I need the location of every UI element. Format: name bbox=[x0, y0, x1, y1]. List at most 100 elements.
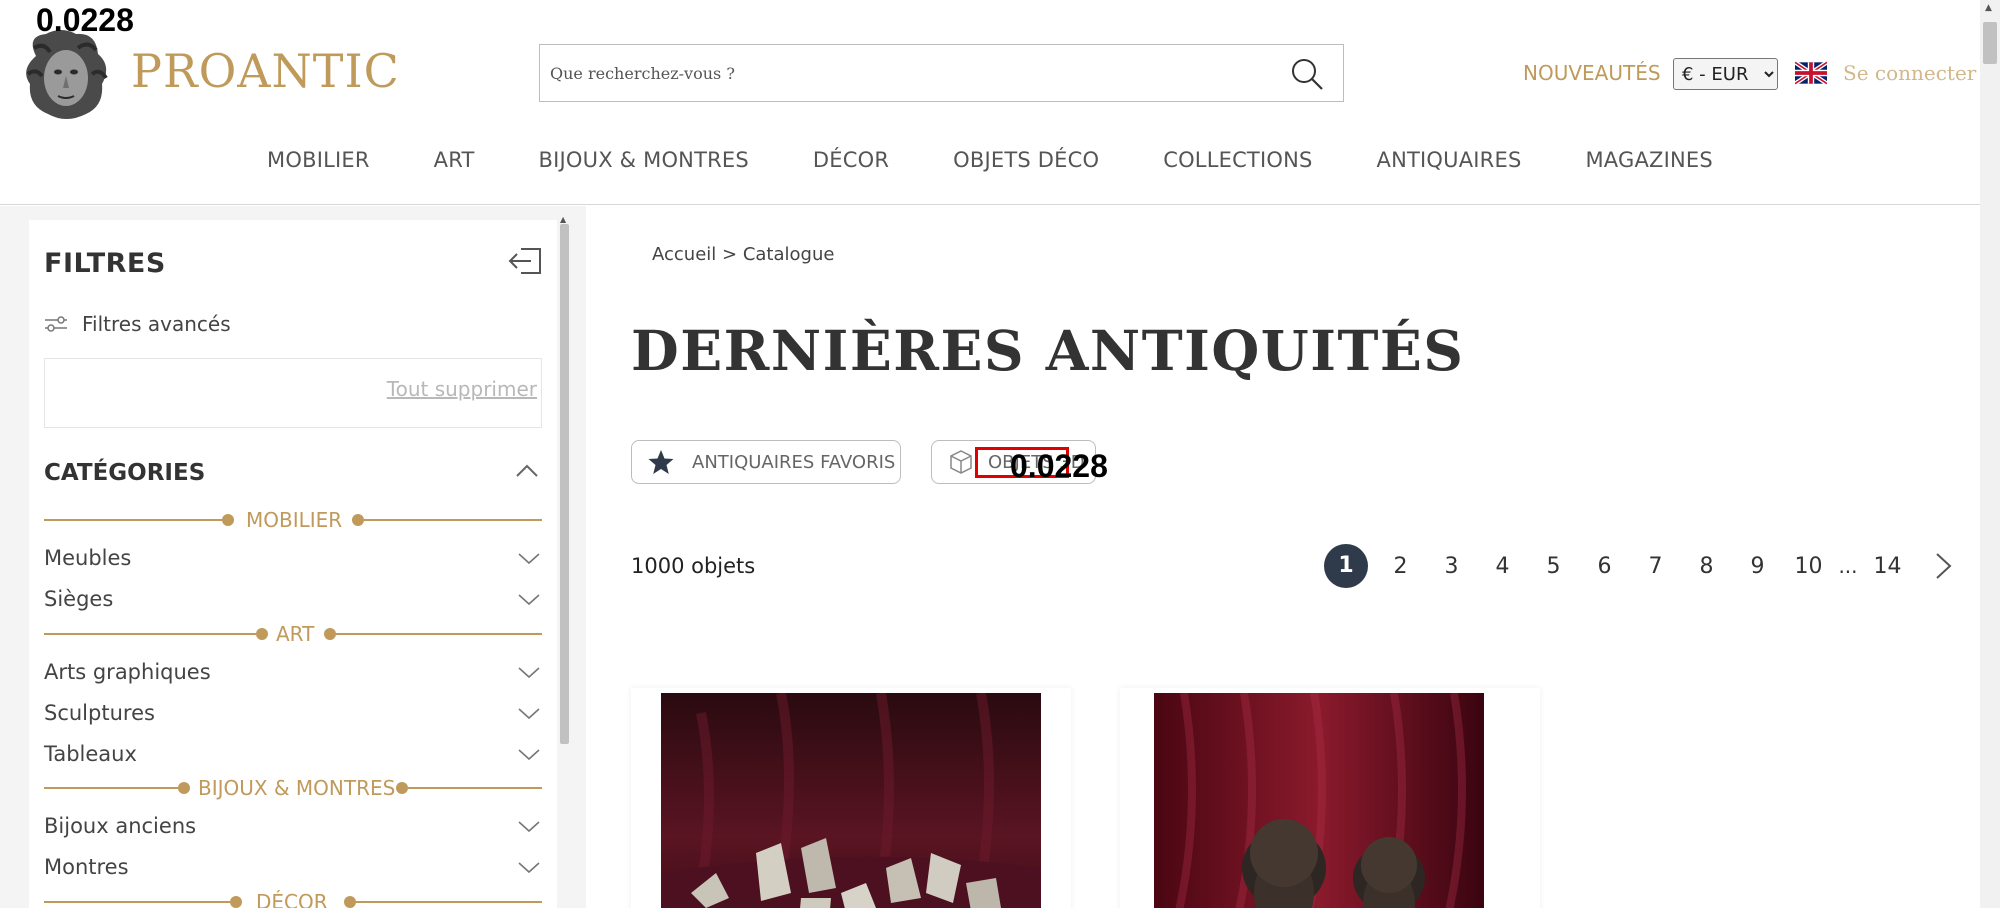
overlay-score-top: 0.0228 bbox=[36, 2, 134, 38]
breadcrumb-home[interactable]: Accueil bbox=[652, 244, 716, 265]
category-group-label[interactable]: DÉCOR bbox=[256, 890, 328, 908]
separator-dot bbox=[344, 896, 356, 908]
page-button-current[interactable]: 1 bbox=[1324, 544, 1368, 588]
separator-dot bbox=[230, 896, 242, 908]
separator-line bbox=[364, 519, 542, 521]
category-item-arts-graphiques[interactable]: Arts graphiques bbox=[44, 656, 542, 690]
breadcrumb-separator: > bbox=[716, 244, 743, 265]
sliders-icon bbox=[45, 316, 67, 332]
page-button[interactable]: 10 bbox=[1783, 554, 1834, 579]
category-group-header-art: ART bbox=[44, 622, 542, 646]
page-button[interactable]: 5 bbox=[1528, 554, 1579, 579]
chevron-down-icon bbox=[518, 749, 540, 761]
chevron-down-icon bbox=[518, 708, 540, 720]
page-button[interactable]: 8 bbox=[1681, 554, 1732, 579]
category-item-label: Meubles bbox=[44, 546, 132, 570]
advanced-filters-label: Filtres avancés bbox=[82, 312, 231, 336]
separator-dot bbox=[396, 782, 408, 794]
chevron-down-icon bbox=[518, 821, 540, 833]
nav-item-collections[interactable]: COLLECTIONS bbox=[1163, 148, 1312, 188]
separator-line bbox=[356, 901, 542, 903]
category-group-header-mobilier: MOBILIER bbox=[44, 508, 542, 532]
advanced-filters-button[interactable]: Filtres avancés bbox=[44, 312, 231, 336]
nav-item-mobilier[interactable]: MOBILIER bbox=[267, 148, 370, 188]
main-nav: MOBILIER ART BIJOUX & MONTRES DÉCOR OBJE… bbox=[0, 148, 1980, 188]
category-item-montres[interactable]: Montres bbox=[44, 851, 542, 885]
separator-line bbox=[44, 633, 256, 635]
category-item-label: Tableaux bbox=[44, 742, 137, 766]
category-item-tableaux[interactable]: Tableaux bbox=[44, 738, 542, 772]
separator-dot bbox=[352, 514, 364, 526]
3d-cube-icon bbox=[950, 450, 972, 474]
separator-dot bbox=[222, 514, 234, 526]
separator-dot bbox=[324, 628, 336, 640]
page-ellipsis: ... bbox=[1838, 554, 1858, 578]
page-button[interactable]: 9 bbox=[1732, 554, 1783, 579]
category-group-label[interactable]: ART bbox=[276, 622, 314, 646]
page-button[interactable]: 7 bbox=[1630, 554, 1681, 579]
chevron-down-icon bbox=[518, 667, 540, 679]
nav-item-decor[interactable]: DÉCOR bbox=[813, 148, 889, 188]
page-button[interactable]: 6 bbox=[1579, 554, 1630, 579]
login-link[interactable]: Se connecter bbox=[1843, 61, 1976, 85]
product-image-bronze-busts[interactable] bbox=[1154, 693, 1484, 908]
nav-item-objets-deco[interactable]: OBJETS DÉCO bbox=[953, 148, 1099, 188]
search-icon[interactable] bbox=[1289, 56, 1325, 92]
sidebar-scrollbar[interactable] bbox=[560, 224, 569, 744]
chevron-up-icon[interactable] bbox=[512, 456, 542, 486]
category-item-sieges[interactable]: Sièges bbox=[44, 583, 542, 617]
page-button[interactable]: 4 bbox=[1477, 554, 1528, 579]
category-group-header-bijoux-montres: BIJOUX & MONTRES bbox=[44, 776, 542, 800]
page-scrollbar-thumb[interactable] bbox=[1983, 22, 1997, 64]
categories-title: CATÉGORIES bbox=[44, 460, 206, 486]
active-filters-box: Tout supprimer bbox=[44, 358, 542, 428]
clear-all-filters-link[interactable]: Tout supprimer bbox=[387, 377, 537, 401]
separator-line bbox=[336, 633, 542, 635]
category-group-label[interactable]: BIJOUX & MONTRES bbox=[198, 776, 395, 800]
nav-item-art[interactable]: ART bbox=[434, 148, 475, 188]
category-group-label[interactable]: MOBILIER bbox=[246, 508, 342, 532]
breadcrumb: Accueil > Catalogue bbox=[652, 244, 834, 265]
sidebar-scroll-up-arrow[interactable]: ▲ bbox=[560, 215, 566, 224]
nav-item-magazines[interactable]: MAGAZINES bbox=[1585, 148, 1712, 188]
page-scrollbar[interactable] bbox=[1980, 0, 2000, 908]
search-input[interactable] bbox=[550, 55, 1250, 91]
nav-item-bijoux-montres[interactable]: BIJOUX & MONTRES bbox=[539, 148, 749, 188]
separator-dot bbox=[178, 782, 190, 794]
page-scroll-up-arrow[interactable]: ▲ bbox=[1985, 3, 1992, 13]
category-item-label: Sièges bbox=[44, 587, 114, 611]
chevron-right-icon[interactable] bbox=[1923, 544, 1963, 588]
category-group-header-decor: DÉCOR bbox=[44, 890, 542, 908]
separator-line bbox=[44, 519, 222, 521]
favorite-dealers-chip[interactable]: ANTIQUAIRES FAVORIS bbox=[631, 440, 901, 484]
product-image-marble-fragments[interactable] bbox=[661, 693, 1041, 908]
chevron-down-icon bbox=[518, 553, 540, 565]
product-card[interactable] bbox=[631, 688, 1071, 908]
logo-wordmark[interactable]: PROANTIC bbox=[131, 44, 400, 98]
chevron-down-icon bbox=[518, 594, 540, 606]
uk-flag-icon[interactable] bbox=[1795, 60, 1827, 86]
filters-panel: FILTRES Filtres avancés Tout supprimer C… bbox=[29, 220, 557, 908]
category-item-bijoux-anciens[interactable]: Bijoux anciens bbox=[44, 810, 542, 844]
star-icon bbox=[648, 450, 674, 474]
category-item-sculptures[interactable]: Sculptures bbox=[44, 697, 542, 731]
medusa-head-logo-icon[interactable] bbox=[16, 26, 116, 122]
category-item-label: Arts graphiques bbox=[44, 660, 211, 684]
nouveautes-link[interactable]: NOUVEAUTÉS bbox=[1523, 61, 1661, 85]
category-item-label: Sculptures bbox=[44, 701, 155, 725]
page-button-last[interactable]: 14 bbox=[1862, 554, 1913, 579]
page-button[interactable]: 2 bbox=[1375, 554, 1426, 579]
results-count: 1000 objets bbox=[631, 554, 756, 578]
product-card[interactable] bbox=[1120, 688, 1540, 908]
collapse-sidebar-icon[interactable] bbox=[507, 246, 543, 276]
nav-item-antiquaires[interactable]: ANTIQUAIRES bbox=[1377, 148, 1522, 188]
category-item-label: Bijoux anciens bbox=[44, 814, 197, 838]
breadcrumb-current[interactable]: Catalogue bbox=[743, 244, 835, 265]
filters-sidebar: FILTRES Filtres avancés Tout supprimer C… bbox=[0, 206, 586, 908]
category-item-meubles[interactable]: Meubles bbox=[44, 542, 542, 576]
page-button[interactable]: 3 bbox=[1426, 554, 1477, 579]
chevron-down-icon bbox=[518, 862, 540, 874]
currency-select[interactable]: € - EUR bbox=[1673, 58, 1778, 90]
site-header: PROANTIC 0.0228 NOUVEAUTÉS € - EUR Se co… bbox=[0, 0, 1980, 205]
page-title: DERNIÈRES ANTIQUITÉS bbox=[631, 318, 1465, 383]
